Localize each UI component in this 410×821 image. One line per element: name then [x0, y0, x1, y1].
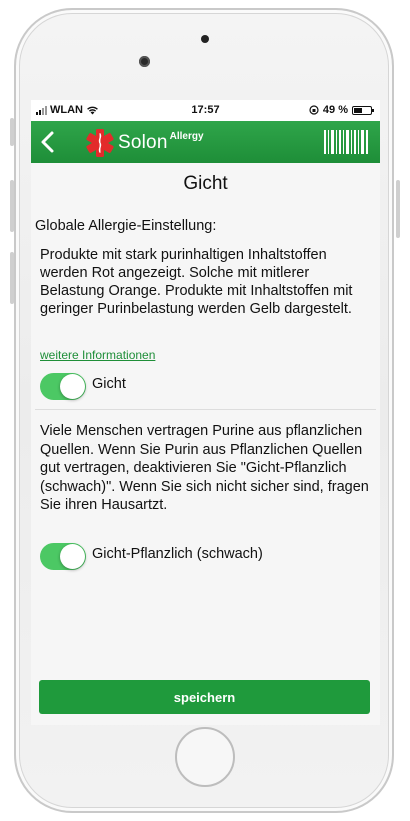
gout-plant-toggle[interactable]	[40, 543, 86, 570]
toggle-knob	[60, 374, 85, 399]
divider	[35, 409, 376, 410]
orientation-lock-icon	[309, 105, 319, 115]
medical-star-icon	[86, 129, 114, 157]
more-info-link[interactable]: weitere Informationen	[40, 348, 155, 362]
status-right: 49 %	[309, 104, 374, 116]
toggle-knob	[60, 544, 85, 569]
barcode-icon[interactable]	[324, 130, 368, 154]
brand-name: Solon	[118, 132, 168, 153]
page-title: Gicht	[183, 173, 228, 194]
app-header: Solon Allergy	[31, 121, 380, 163]
battery-percent: 49 %	[322, 104, 348, 116]
front-camera	[139, 56, 150, 67]
home-button[interactable]	[175, 727, 235, 787]
mute-switch	[10, 118, 14, 146]
gout-toggle[interactable]	[40, 373, 86, 400]
volume-down-button	[10, 252, 14, 304]
status-bar: WLAN 17:57 49 %	[31, 100, 380, 121]
chevron-left-icon[interactable]	[35, 129, 61, 155]
battery-icon	[352, 105, 374, 115]
phone-screen: WLAN 17:57 49 % Solon Allergy Gicht Glob…	[31, 100, 380, 725]
section-heading: Globale Allergie-Einstellung:	[35, 218, 217, 234]
save-button[interactable]: speichern	[39, 680, 370, 714]
brand-logo: Solon Allergy	[85, 128, 204, 158]
gout-toggle-label: Gicht	[92, 376, 126, 392]
gout-plant-toggle-label: Gicht-Pflanzlich (schwach)	[92, 546, 263, 562]
brand-superscript: Allergy	[169, 130, 204, 142]
plant-purine-description: Viele Menschen vertragen Purine aus pfla…	[40, 423, 369, 513]
earpiece-dot	[201, 35, 209, 43]
gout-description: Produkte mit stark purinhaltigen Inhalts…	[40, 247, 353, 317]
settings-content: Gicht Globale Allergie-Einstellung: Prod…	[31, 163, 380, 725]
power-button	[396, 180, 400, 238]
battery-fill	[354, 107, 362, 113]
volume-up-button	[10, 180, 14, 232]
